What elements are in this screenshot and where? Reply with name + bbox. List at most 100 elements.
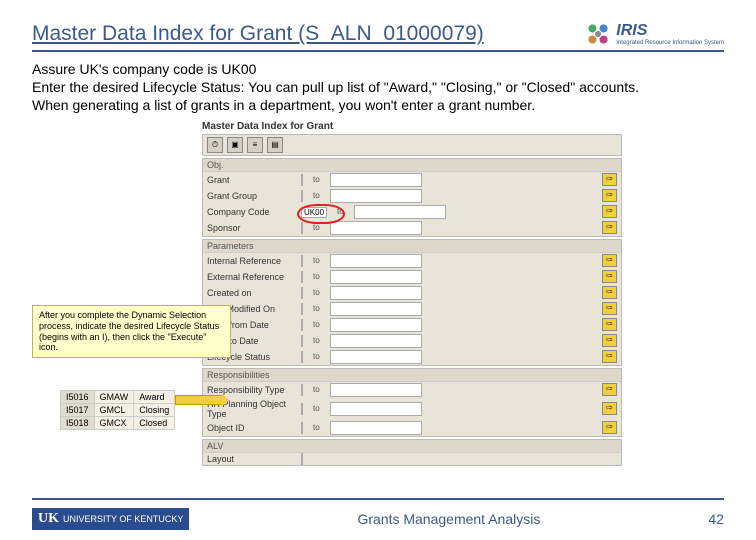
field-input[interactable]: [301, 453, 303, 465]
footer-divider: [32, 498, 724, 500]
highlight-circle: [297, 204, 345, 224]
field-label: Created on: [207, 288, 297, 298]
multiple-select-icon[interactable]: ⇨: [602, 334, 617, 347]
field-label: Sponsor: [207, 223, 297, 233]
multiple-select-icon[interactable]: ⇨: [602, 302, 617, 315]
to-label: to: [313, 352, 320, 361]
to-label: to: [313, 304, 320, 313]
multiple-select-icon[interactable]: ⇨: [602, 270, 617, 283]
field-input-to[interactable]: [330, 286, 422, 300]
multiple-select-icon[interactable]: ⇨: [602, 421, 617, 434]
field-label: Grant: [207, 175, 297, 185]
sap-group-header: ALV: [203, 440, 621, 453]
multiple-select-icon[interactable]: ⇨: [602, 254, 617, 267]
multiple-select-icon[interactable]: ⇨: [602, 173, 617, 186]
instructions: Assure UK's company code is UK00 Enter t…: [32, 60, 724, 115]
to-label: to: [313, 288, 320, 297]
field-label: Company Code: [207, 207, 297, 217]
sap-field-row: Responsibility Typeto⇨: [203, 382, 621, 398]
field-input-to[interactable]: [354, 205, 446, 219]
execute-icon[interactable]: ⏱: [207, 137, 223, 153]
field-label: Grant Group: [207, 191, 297, 201]
instruction-line: Enter the desired Lifecycle Status: You …: [32, 78, 724, 96]
to-label: to: [313, 336, 320, 345]
to-label: to: [313, 223, 320, 232]
field-input[interactable]: [301, 190, 303, 202]
sap-field-row: Created on to ⇨: [203, 285, 621, 301]
to-label: to: [313, 175, 320, 184]
table-row: I5017GMCLClosing: [61, 404, 175, 417]
field-input[interactable]: [301, 222, 303, 234]
field-label: Layout: [207, 454, 297, 464]
sap-screenshot: Master Data Index for Grant ⏱ ▣ ≡ ▤ Obj.…: [202, 119, 622, 466]
to-label: to: [313, 256, 320, 265]
field-input[interactable]: [301, 174, 303, 186]
field-input-to[interactable]: [330, 254, 422, 268]
field-input-to[interactable]: [330, 189, 422, 203]
multiple-select-icon[interactable]: ⇨: [602, 350, 617, 363]
field-input-to[interactable]: [330, 421, 422, 435]
multiple-select-icon[interactable]: ⇨: [602, 189, 617, 202]
multiple-select-icon[interactable]: ⇨: [602, 286, 617, 299]
table-cell: Closed: [134, 417, 175, 430]
field-input-to[interactable]: [330, 402, 422, 416]
table-cell: I5018: [61, 417, 95, 430]
sap-field-row: Valid-from Dateto⇨: [203, 317, 621, 333]
field-input-to[interactable]: [330, 302, 422, 316]
field-input-to[interactable]: [330, 318, 422, 332]
logo-subtext: Integrated Resource Information System: [616, 40, 724, 46]
dynamic-select-icon[interactable]: ≡: [247, 137, 263, 153]
flower-icon: [584, 20, 612, 48]
table-cell: GMAW: [94, 391, 134, 404]
field-input[interactable]: [301, 384, 303, 396]
sap-field-row: External Reference to ⇨: [203, 269, 621, 285]
sap-field-row: Grant Group to ⇨: [203, 188, 621, 204]
multiple-select-icon[interactable]: ⇨: [602, 318, 617, 331]
field-label: External Reference: [207, 272, 297, 282]
to-label: to: [313, 191, 320, 200]
field-input[interactable]: [301, 422, 303, 434]
field-input[interactable]: [301, 351, 303, 363]
sap-field-row: Sponsor to ⇨: [203, 220, 621, 236]
field-input[interactable]: [301, 303, 303, 315]
field-input[interactable]: [301, 255, 303, 267]
to-label: to: [313, 272, 320, 281]
field-input-to[interactable]: [330, 173, 422, 187]
to-label: to: [313, 385, 320, 394]
variant-icon[interactable]: ▤: [267, 137, 283, 153]
field-input[interactable]: [301, 287, 303, 299]
logo-text: IRIS: [616, 22, 647, 39]
callout-text: After you complete the Dynamic Selection…: [39, 310, 219, 352]
iris-logo: IRIS Integrated Resource Information Sys…: [584, 20, 724, 48]
sap-group-header: Responsibilities: [203, 369, 621, 382]
arrow-icon: [175, 395, 222, 405]
sap-field-row: Last Modified Onto⇨: [203, 301, 621, 317]
field-input-to[interactable]: [330, 334, 422, 348]
multiple-select-icon[interactable]: ⇨: [602, 402, 617, 415]
to-label: to: [313, 423, 320, 432]
field-input-to[interactable]: [330, 383, 422, 397]
field-input[interactable]: [301, 271, 303, 283]
field-input-to[interactable]: [330, 350, 422, 364]
sap-group: ParametersInternal Referenceto⇨External …: [202, 239, 622, 366]
field-input[interactable]: [301, 335, 303, 347]
multiple-select-icon[interactable]: ⇨: [602, 205, 617, 218]
field-input[interactable]: [301, 319, 303, 331]
sap-group: ResponsibilitiesResponsibility Typeto⇨HR…: [202, 368, 622, 437]
instruction-line: When generating a list of grants in a de…: [32, 96, 724, 114]
sap-field-row: Object IDto⇨: [203, 420, 621, 436]
multiple-select-icon[interactable]: ⇨: [602, 383, 617, 396]
uk-logo: UK UNIVERSITY OF KENTUCKY: [32, 508, 189, 530]
table-cell: GMCX: [94, 417, 134, 430]
to-label: to: [313, 404, 320, 413]
expand-icon[interactable]: ▣: [227, 137, 243, 153]
table-row: I5016GMAWAward: [61, 391, 175, 404]
field-input-to[interactable]: [330, 221, 422, 235]
multiple-select-icon[interactable]: ⇨: [602, 221, 617, 234]
sap-field-row: Lifecycle Statusto⇨: [203, 349, 621, 365]
lifecycle-table: I5016GMAWAwardI5017GMCLClosingI5018GMCXC…: [60, 390, 175, 430]
sap-field-row: Internal Referenceto⇨: [203, 253, 621, 269]
field-input-to[interactable]: [330, 270, 422, 284]
field-input[interactable]: [301, 403, 303, 415]
instruction-line: Assure UK's company code is UK00: [32, 60, 724, 78]
